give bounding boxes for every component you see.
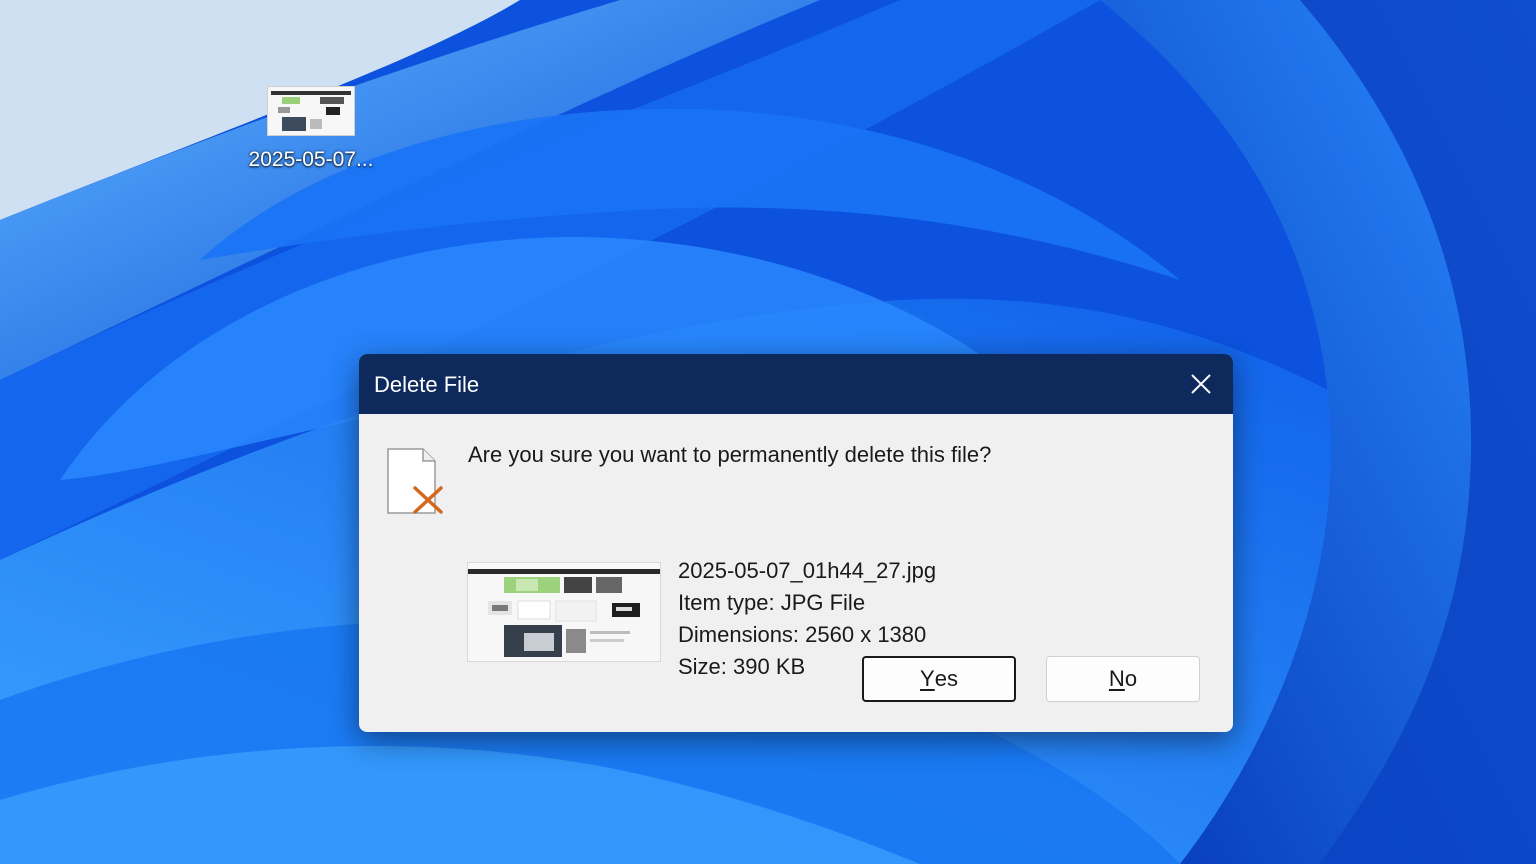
yes-mnemonic: Y	[920, 666, 935, 691]
yes-button[interactable]: Yes	[862, 656, 1016, 702]
confirm-question: Are you sure you want to permanently del…	[468, 442, 992, 467]
no-button[interactable]: No	[1046, 656, 1200, 702]
dialog-titlebar[interactable]: Delete File	[359, 354, 1233, 414]
close-icon	[1191, 374, 1211, 394]
close-button[interactable]	[1177, 362, 1225, 406]
yes-label-rest: es	[934, 666, 958, 691]
no-mnemonic: N	[1108, 666, 1125, 691]
desktop: 2025-05-07... Delete File Are you sure y…	[0, 0, 1536, 864]
file-delete-icon	[387, 448, 443, 514]
file-name: 2025-05-07_01h44_27.jpg	[678, 558, 937, 583]
file-item-type: Item type: JPG File	[678, 590, 866, 615]
no-label-rest: o	[1124, 666, 1138, 691]
file-preview-thumbnail	[467, 562, 661, 662]
dialog-title: Delete File	[374, 372, 480, 397]
desktop-file-label: 2025-05-07...	[248, 148, 374, 171]
delete-file-dialog: Delete File Are you sure you want to per…	[359, 354, 1233, 732]
file-dimensions: Dimensions: 2560 x 1380	[678, 622, 927, 647]
desktop-file-icon[interactable]: 2025-05-07...	[236, 86, 386, 172]
image-file-icon	[267, 86, 355, 136]
